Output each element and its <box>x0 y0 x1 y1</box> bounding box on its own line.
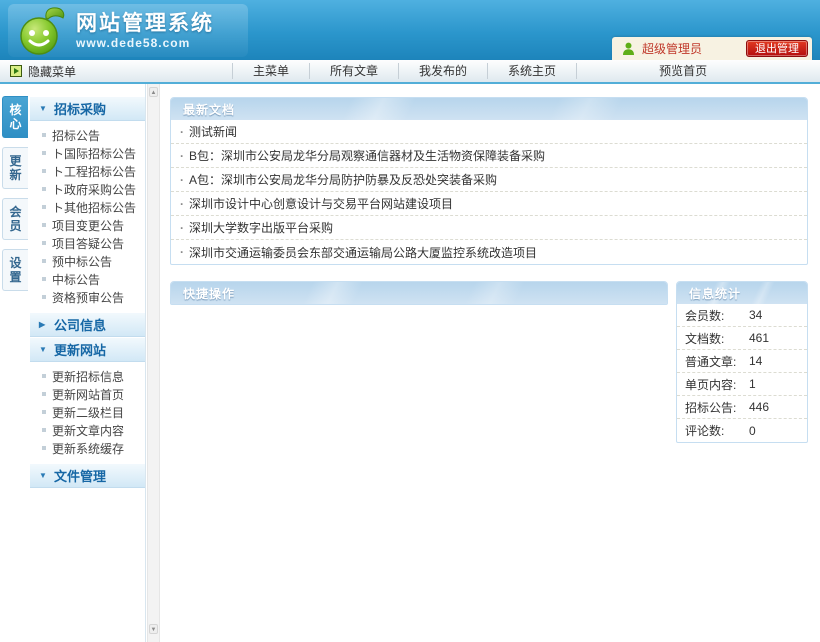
side-tab-label: 会员 <box>9 205 22 233</box>
latest-doc-item[interactable]: A包：深圳市公安局龙华分局防护防暴及反恐处突装备采购 <box>171 168 807 192</box>
top-nav: 主菜单 所有文章 我发布的 系统主页 预览首页 <box>232 63 727 79</box>
stat-row: 普通文章: 14 <box>677 350 807 373</box>
stat-value: 34 <box>749 308 762 322</box>
sidebar-section-update-site[interactable]: 更新网站 <box>30 337 145 362</box>
latest-docs-panel: 最新文档 测试新闻 B包：深圳市公安局龙华分局观察通信器材及生活物资保障装备采购… <box>170 97 808 265</box>
sidebar-item[interactable]: ト国际招标公告 <box>30 144 145 162</box>
section-title: 公司信息 <box>54 315 106 334</box>
nav-item-all-articles[interactable]: 所有文章 <box>310 63 399 79</box>
side-tab-label: 更新 <box>9 154 22 182</box>
sidebar-item[interactable]: 项目答疑公告 <box>30 234 145 252</box>
sidebar-item[interactable]: 更新文章内容 <box>30 421 145 439</box>
side-tab-settings[interactable]: 设置 <box>2 249 28 291</box>
side-tab-core[interactable]: 核心 <box>2 96 28 138</box>
sidebar-item[interactable]: 更新二级栏目 <box>30 403 145 421</box>
sidebar-section-file-management[interactable]: 文件管理 <box>30 463 145 488</box>
sidebar-section-bidding[interactable]: 招标采购 <box>30 96 145 121</box>
hide-menu-icon <box>10 65 22 77</box>
stat-label: 文档数: <box>685 330 749 347</box>
stat-row: 招标公告: 446 <box>677 396 807 419</box>
scroll-down-icon[interactable]: ▼ <box>149 624 158 634</box>
stat-row: 评论数: 0 <box>677 419 807 442</box>
scroll-up-icon[interactable]: ▲ <box>149 87 158 97</box>
sidebar-item[interactable]: 预中标公告 <box>30 252 145 270</box>
section-items: 更新招标信息 更新网站首页 更新二级栏目 更新文章内容 更新系统缓存 <box>30 362 145 463</box>
user-name: 超级管理员 <box>642 40 702 57</box>
main-content: 最新文档 测试新闻 B包：深圳市公安局龙华分局观察通信器材及生活物资保障装备采购… <box>170 97 808 443</box>
stat-label: 会员数: <box>685 307 749 324</box>
sidebar-item[interactable]: 更新招标信息 <box>30 367 145 385</box>
latest-doc-item[interactable]: B包：深圳市公安局龙华分局观察通信器材及生活物资保障装备采购 <box>171 144 807 168</box>
section-items: 招标公告 ト国际招标公告 ト工程招标公告 ト政府采购公告 ト其他招标公告 项目变… <box>30 121 145 312</box>
sidebar-menu: 招标采购 招标公告 ト国际招标公告 ト工程招标公告 ト政府采购公告 ト其他招标公… <box>30 84 146 642</box>
stats-list: 会员数: 34 文档数: 461 普通文章: 14 单页内容: 1 招标公告: <box>677 304 807 442</box>
stat-label: 单页内容: <box>685 376 749 393</box>
latest-doc-item[interactable]: 深圳大学数字出版平台采购 <box>171 216 807 240</box>
side-tab-member[interactable]: 会员 <box>2 198 28 240</box>
section-title: 文件管理 <box>54 466 106 485</box>
section-title: 招标采购 <box>54 99 106 118</box>
sidebar-item[interactable]: ト政府采购公告 <box>30 180 145 198</box>
sidebar-section-company-info[interactable]: 公司信息 <box>30 312 145 337</box>
sidebar-item[interactable]: ト其他招标公告 <box>30 198 145 216</box>
stat-value: 14 <box>749 354 762 368</box>
sidebar-item[interactable]: 更新系统缓存 <box>30 439 145 457</box>
hide-menu-button[interactable]: 隐藏菜单 <box>0 63 150 80</box>
side-tab-update[interactable]: 更新 <box>2 147 28 189</box>
stat-label: 评论数: <box>685 422 749 439</box>
latest-docs-list: 测试新闻 B包：深圳市公安局龙华分局观察通信器材及生活物资保障装备采购 A包：深… <box>171 120 807 264</box>
chevron-down-icon <box>39 471 49 480</box>
sidebar-item[interactable]: ト工程招标公告 <box>30 162 145 180</box>
side-tab-label: 核心 <box>9 103 22 131</box>
app-subtitle: www.dede58.com <box>76 36 214 50</box>
chevron-right-icon <box>39 320 49 329</box>
user-panel: 超级管理员 退出管理 <box>612 37 812 60</box>
toolbar: 隐藏菜单 主菜单 所有文章 我发布的 系统主页 预览首页 <box>0 60 820 84</box>
hide-menu-label: 隐藏菜单 <box>28 63 76 80</box>
nav-item-main-menu[interactable]: 主菜单 <box>232 63 310 79</box>
chevron-down-icon <box>39 345 49 354</box>
sidebar-item[interactable]: 资格预审公告 <box>30 288 145 306</box>
stat-row: 文档数: 461 <box>677 327 807 350</box>
logout-button[interactable]: 退出管理 <box>746 40 808 57</box>
stat-value: 1 <box>749 377 756 391</box>
section-title: 更新网站 <box>54 340 106 359</box>
sidebar-item[interactable]: 中标公告 <box>30 270 145 288</box>
chevron-down-icon <box>39 104 49 113</box>
latest-doc-item[interactable]: 深圳市交通运输委员会东部交通运输局公路大厦监控系统改造项目 <box>171 240 807 264</box>
quick-actions-header: 快捷操作 <box>171 282 667 304</box>
stats-header: 信息统计 <box>677 282 807 304</box>
sidebar-item[interactable]: 招标公告 <box>30 126 145 144</box>
quick-actions-panel: 快捷操作 <box>170 281 668 305</box>
app-title: 网站管理系统 <box>76 12 214 36</box>
sidebar-item[interactable]: 更新网站首页 <box>30 385 145 403</box>
stat-value: 0 <box>749 424 756 438</box>
nav-item-system-home[interactable]: 系统主页 <box>488 63 577 79</box>
brand: 网站管理系统 www.dede58.com <box>8 4 248 57</box>
sidebar-scrollbar[interactable]: ▲ ▼ <box>147 84 160 642</box>
stat-row: 会员数: 34 <box>677 304 807 327</box>
logo-smiley-icon <box>18 6 66 56</box>
latest-doc-item[interactable]: 深圳市设计中心创意设计与交易平台网站建设项目 <box>171 192 807 216</box>
lower-panels-row: 快捷操作 信息统计 会员数: 34 文档数: 461 普通文章: 14 单页内容… <box>170 281 808 443</box>
latest-docs-header: 最新文档 <box>171 98 807 120</box>
side-tab-bar: 核心 更新 会员 设置 <box>2 96 30 300</box>
nav-item-preview-home[interactable]: 预览首页 <box>639 63 727 79</box>
stats-panel: 信息统计 会员数: 34 文档数: 461 普通文章: 14 单页内容: 1 <box>676 281 808 443</box>
stat-value: 446 <box>749 400 769 414</box>
app-header: 网站管理系统 www.dede58.com 超级管理员 退出管理 <box>0 0 820 60</box>
brand-text: 网站管理系统 www.dede58.com <box>76 12 214 50</box>
latest-doc-item[interactable]: 测试新闻 <box>171 120 807 144</box>
stat-value: 461 <box>749 331 769 345</box>
side-tab-label: 设置 <box>9 256 22 284</box>
stat-label: 招标公告: <box>685 399 749 416</box>
stat-row: 单页内容: 1 <box>677 373 807 396</box>
sidebar-item[interactable]: 项目变更公告 <box>30 216 145 234</box>
stat-label: 普通文章: <box>685 353 749 370</box>
user-icon <box>622 42 635 55</box>
nav-item-my-posts[interactable]: 我发布的 <box>399 63 488 79</box>
